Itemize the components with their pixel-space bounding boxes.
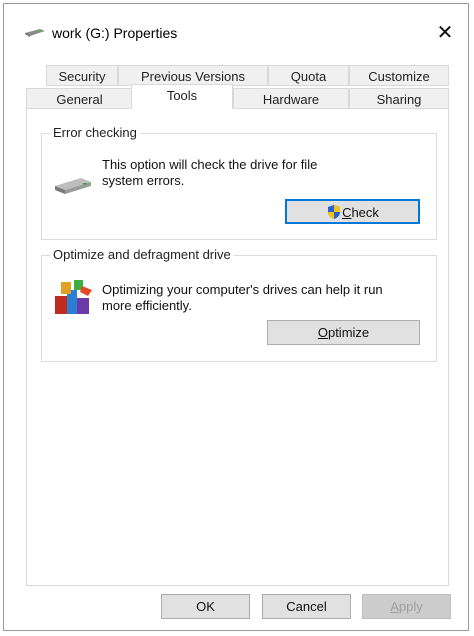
- check-label: heck: [351, 205, 379, 220]
- apply-mnemonic: A: [390, 599, 399, 614]
- optimize-label-text: ptimize: [327, 325, 370, 340]
- tab-general[interactable]: General: [26, 88, 133, 109]
- tab-sharing[interactable]: Sharing: [349, 88, 449, 109]
- ok-button[interactable]: OK: [161, 594, 250, 619]
- error-checking-label: Error checking: [50, 125, 140, 140]
- uac-shield-icon: [328, 205, 341, 219]
- drive-icon: [25, 29, 45, 37]
- error-checking-description: This option will check the drive for fil…: [102, 157, 318, 188]
- cancel-button[interactable]: Cancel: [262, 594, 351, 619]
- tab-customize[interactable]: Customize: [349, 65, 449, 86]
- tab-quota[interactable]: Quota: [268, 65, 349, 86]
- properties-dialog: work (G:) Properties ✕ Security Previous…: [3, 3, 469, 631]
- apply-button[interactable]: Apply: [362, 594, 451, 619]
- optimize-mnemonic: O: [317, 325, 328, 340]
- title-bar: work (G:) Properties ✕: [4, 4, 468, 56]
- window-title: work (G:) Properties: [52, 25, 178, 41]
- tools-tab-panel: Error checking This option will check th…: [26, 108, 449, 586]
- apply-label-text: pply: [398, 599, 423, 614]
- optimize-group: Optimize and defragment drive Optimizing…: [41, 247, 437, 362]
- check-button[interactable]: Check: [285, 199, 420, 224]
- error-checking-group: Error checking This option will check th…: [41, 125, 437, 240]
- tab-tools[interactable]: Tools: [131, 84, 233, 109]
- drive-icon: [55, 178, 91, 194]
- defrag-icon: [55, 280, 92, 314]
- close-button[interactable]: ✕: [428, 18, 462, 48]
- tab-hardware[interactable]: Hardware: [233, 88, 349, 109]
- tab-previous-versions[interactable]: Previous Versions: [118, 65, 268, 86]
- optimize-button[interactable]: Optimize: [267, 320, 420, 345]
- optimize-description: Optimizing your computer's drives can he…: [102, 282, 383, 313]
- optimize-label: Optimize and defragment drive: [50, 247, 234, 262]
- tab-security[interactable]: Security: [46, 65, 118, 86]
